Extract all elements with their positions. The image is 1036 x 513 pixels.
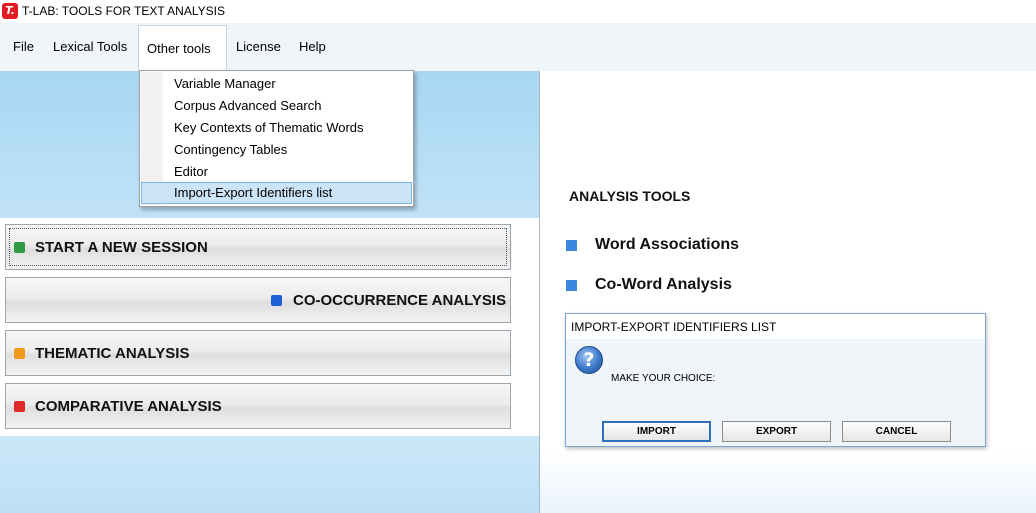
green-square-icon — [14, 242, 25, 253]
word-associations-label: Word Associations — [595, 236, 740, 253]
blue-bullet-icon — [566, 240, 577, 251]
menu-license[interactable]: License — [230, 33, 287, 61]
comparative-analysis-label: COMPARATIVE ANALYSIS — [35, 398, 222, 415]
menu-help[interactable]: Help — [293, 33, 332, 61]
blue-square-icon — [271, 295, 282, 306]
cancel-button[interactable]: CANCEL — [842, 421, 951, 442]
analysis-tools-title: ANALYSIS TOOLS — [569, 188, 691, 204]
thematic-analysis-button[interactable]: THEMATIC ANALYSIS — [5, 330, 511, 376]
co-occurrence-analysis-label: CO-OCCURRENCE ANALYSIS — [293, 292, 507, 309]
menu-file[interactable]: File — [7, 33, 40, 61]
question-icon: ? — [575, 346, 603, 374]
dialog-message: MAKE YOUR CHOICE: — [611, 373, 716, 384]
co-occurrence-analysis-button[interactable]: CO-OCCURRENCE ANALYSIS — [5, 277, 511, 323]
menu-lexical-tools[interactable]: Lexical Tools — [47, 33, 133, 61]
menu-item-corpus-advanced-search[interactable]: Corpus Advanced Search — [141, 95, 412, 117]
menu-item-import-export-identifiers[interactable]: Import-Export Identifiers list — [141, 182, 412, 204]
window-title: T-LAB: TOOLS FOR TEXT ANALYSIS — [22, 4, 225, 18]
import-button[interactable]: IMPORT — [602, 421, 711, 442]
comparative-analysis-button[interactable]: COMPARATIVE ANALYSIS — [5, 383, 511, 429]
menu-item-variable-manager[interactable]: Variable Manager — [141, 73, 412, 95]
menu-bar: File Lexical Tools Other tools License H… — [0, 23, 1036, 71]
start-new-session-button[interactable]: START A NEW SESSION — [5, 224, 511, 270]
menu-item-contingency-tables[interactable]: Contingency Tables — [141, 139, 412, 161]
export-button[interactable]: EXPORT — [722, 421, 831, 442]
menu-item-editor[interactable]: Editor — [141, 161, 412, 183]
other-tools-dropdown: Variable Manager Corpus Advanced Search … — [139, 70, 414, 207]
right-panel-bottom — [540, 450, 1036, 513]
start-new-session-label: START A NEW SESSION — [35, 239, 208, 256]
thematic-analysis-label: THEMATIC ANALYSIS — [35, 345, 190, 362]
dialog-title-bar[interactable]: IMPORT-EXPORT IDENTIFIERS LIST — [566, 314, 985, 339]
menu-item-key-contexts[interactable]: Key Contexts of Thematic Words — [141, 117, 412, 139]
orange-square-icon — [14, 348, 25, 359]
menu-other-tools[interactable]: Other tools — [138, 25, 227, 71]
red-square-icon — [14, 401, 25, 412]
title-bar: T. T-LAB: TOOLS FOR TEXT ANALYSIS — [0, 0, 1036, 23]
tlab-logo-icon: T. — [2, 3, 18, 19]
dialog-title: IMPORT-EXPORT IDENTIFIERS LIST — [571, 320, 777, 334]
blue-bullet-icon — [566, 280, 577, 291]
co-word-analysis-label: Co-Word Analysis — [595, 276, 732, 293]
import-export-dialog: IMPORT-EXPORT IDENTIFIERS LIST ? MAKE YO… — [565, 313, 986, 447]
